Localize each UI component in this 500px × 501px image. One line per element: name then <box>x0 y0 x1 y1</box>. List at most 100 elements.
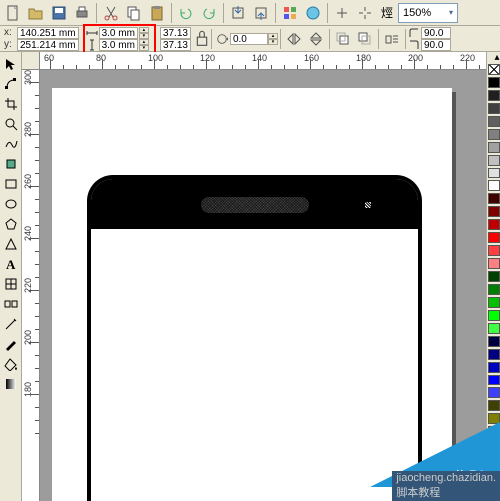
color-swatch[interactable] <box>488 219 500 230</box>
paste-icon[interactable] <box>146 2 168 24</box>
zoom-select[interactable]: 150% <box>398 3 458 23</box>
x-input[interactable]: 140.251 mm <box>17 27 79 39</box>
size-highlight: 3.0 mm▴▾ 3.0 mm▴▾ <box>83 24 156 54</box>
height-icon <box>86 39 98 51</box>
color-swatch[interactable] <box>488 362 500 373</box>
color-swatch[interactable] <box>488 193 500 204</box>
app-launch-icon[interactable] <box>279 2 301 24</box>
corner1-input[interactable]: 90.0 <box>421 27 451 39</box>
no-color-swatch[interactable] <box>488 64 500 75</box>
toolbox: A <box>0 52 22 501</box>
color-swatch[interactable] <box>488 387 500 398</box>
ruler-horizontal[interactable]: 6080100120140160180200220 <box>40 52 486 70</box>
width-icon <box>86 27 98 39</box>
rotation-spinner[interactable]: ▴▾ <box>268 33 278 45</box>
polygon-tool-icon[interactable] <box>1 214 21 234</box>
color-swatch[interactable] <box>488 129 500 140</box>
blend-tool-icon[interactable] <box>1 294 21 314</box>
width-spinner[interactable]: ▴▾ <box>139 27 149 39</box>
basic-shapes-icon[interactable] <box>1 234 21 254</box>
ellipse-tool-icon[interactable] <box>1 194 21 214</box>
scale-x-input[interactable]: 37.13 <box>160 27 191 39</box>
print-icon[interactable] <box>71 2 93 24</box>
mirror-v-icon[interactable] <box>305 28 327 50</box>
width-input[interactable]: 3.0 mm <box>99 27 138 39</box>
corner2-icon <box>408 39 420 51</box>
x-label: x: <box>4 27 16 38</box>
color-swatch[interactable] <box>488 155 500 166</box>
fill-tool-icon[interactable] <box>1 354 21 374</box>
copy-icon[interactable] <box>123 2 145 24</box>
lock-ratio-icon[interactable] <box>195 28 209 50</box>
color-swatch[interactable] <box>488 336 500 347</box>
color-swatch[interactable] <box>488 323 500 334</box>
zoom-tool-icon[interactable] <box>1 114 21 134</box>
text-tool-icon[interactable]: A <box>1 254 21 274</box>
redo-icon[interactable] <box>198 2 220 24</box>
property-bar: x:140.251 mm y:251.214 mm 3.0 mm▴▾ 3.0 m… <box>0 26 500 52</box>
color-swatch[interactable] <box>488 142 500 153</box>
corner-group: 90.0 90.0 <box>408 27 451 51</box>
pick-tool-icon[interactable] <box>1 54 21 74</box>
table-tool-icon[interactable] <box>1 274 21 294</box>
selection-handles[interactable] <box>355 192 381 218</box>
color-swatch[interactable] <box>488 180 500 191</box>
color-swatch[interactable] <box>488 375 500 386</box>
cut-icon[interactable] <box>100 2 122 24</box>
color-swatch[interactable] <box>488 349 500 360</box>
color-swatch[interactable] <box>488 271 500 282</box>
wrap-text-icon[interactable] <box>381 28 403 50</box>
crop-tool-icon[interactable] <box>1 94 21 114</box>
new-icon[interactable] <box>2 2 24 24</box>
color-swatch[interactable] <box>488 116 500 127</box>
color-swatch[interactable] <box>488 400 500 411</box>
color-swatch[interactable] <box>488 77 500 88</box>
standard-toolbar: 烴 150% <box>0 0 500 26</box>
color-swatch[interactable] <box>488 232 500 243</box>
corel-online-icon[interactable] <box>302 2 324 24</box>
save-icon[interactable] <box>48 2 70 24</box>
snap-icon[interactable] <box>331 2 353 24</box>
rectangle-tool-icon[interactable] <box>1 174 21 194</box>
svg-text:A: A <box>6 257 16 271</box>
palette-up-icon[interactable]: ▴ <box>487 52 500 63</box>
rotation-icon <box>216 33 228 45</box>
height-input[interactable]: 3.0 mm <box>99 39 138 51</box>
options-icon[interactable] <box>354 2 376 24</box>
y-label: y: <box>4 39 16 50</box>
color-swatch[interactable] <box>488 284 500 295</box>
color-swatch[interactable] <box>488 103 500 114</box>
ruler-origin[interactable] <box>22 52 40 70</box>
color-swatch[interactable] <box>488 297 500 308</box>
smart-fill-icon[interactable] <box>1 154 21 174</box>
color-swatch[interactable] <box>488 310 500 321</box>
open-icon[interactable] <box>25 2 47 24</box>
export-icon[interactable] <box>250 2 272 24</box>
color-swatch[interactable] <box>488 90 500 101</box>
to-front-icon[interactable] <box>332 28 354 50</box>
undo-icon[interactable] <box>175 2 197 24</box>
snap-label: 烴 <box>381 4 393 21</box>
color-swatch[interactable] <box>488 206 500 217</box>
outline-tool-icon[interactable] <box>1 334 21 354</box>
rotation-input[interactable]: 0.0 <box>230 33 268 45</box>
scale-group: 37.13 37.13 <box>160 27 191 51</box>
eyedropper-tool-icon[interactable] <box>1 314 21 334</box>
freehand-tool-icon[interactable] <box>1 134 21 154</box>
interactive-fill-icon[interactable] <box>1 374 21 394</box>
position-group: x:140.251 mm y:251.214 mm <box>4 27 79 51</box>
scale-y-input[interactable]: 37.13 <box>160 39 191 51</box>
height-spinner[interactable]: ▴▾ <box>139 39 149 51</box>
mirror-h-icon[interactable] <box>283 28 305 50</box>
to-back-icon[interactable] <box>354 28 376 50</box>
phone-speaker <box>201 197 309 213</box>
corner1-icon <box>408 27 420 39</box>
shape-tool-icon[interactable] <box>1 74 21 94</box>
color-swatch[interactable] <box>488 258 500 269</box>
color-swatch[interactable] <box>488 168 500 179</box>
import-icon[interactable] <box>227 2 249 24</box>
y-input[interactable]: 251.214 mm <box>17 39 79 51</box>
color-swatch[interactable] <box>488 245 500 256</box>
ruler-vertical[interactable]: 300280260240220200180 <box>22 70 40 501</box>
corner2-input[interactable]: 90.0 <box>421 39 451 51</box>
